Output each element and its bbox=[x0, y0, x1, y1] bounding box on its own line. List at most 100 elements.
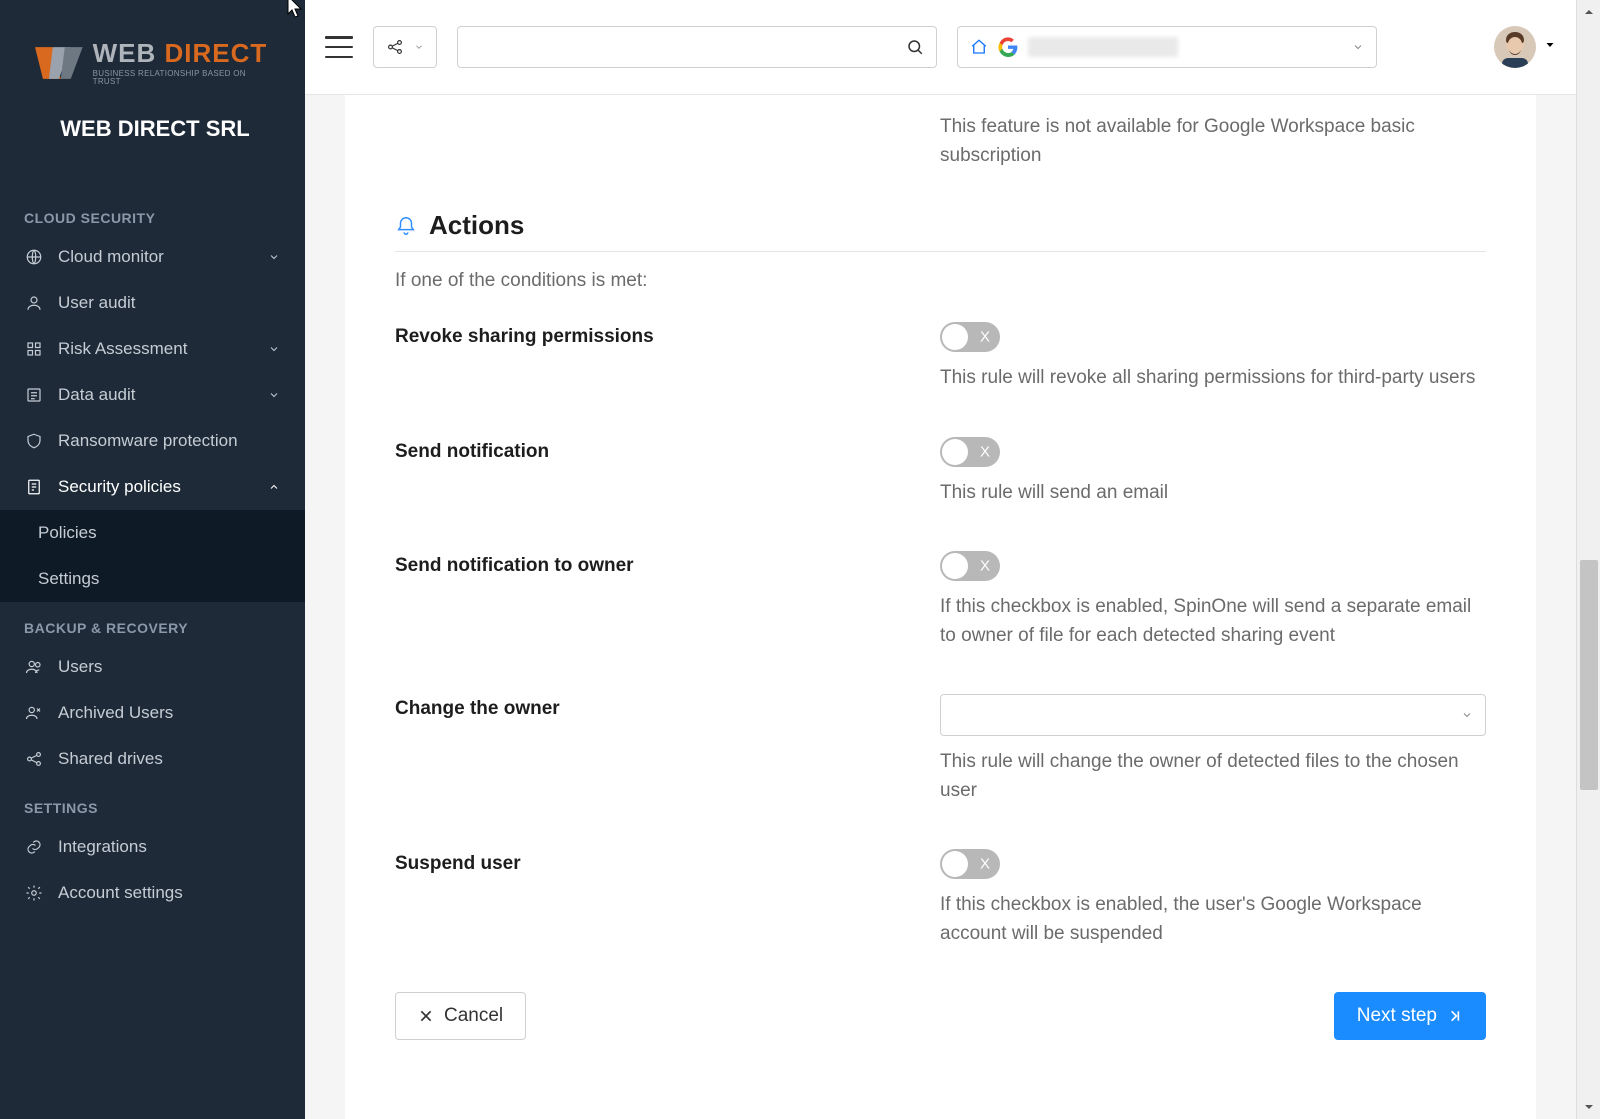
workspace-selector[interactable] bbox=[957, 26, 1377, 68]
scroll-down-arrow-icon[interactable] bbox=[1577, 1095, 1600, 1119]
caret-down-icon bbox=[1544, 38, 1556, 56]
sidebar: WEB DIRECT BUSINESS RELATIONSHIP BASED O… bbox=[0, 0, 305, 1119]
action-label: Suspend user bbox=[395, 849, 940, 948]
feature-unavailable-note: This feature is not available for Google… bbox=[940, 113, 1460, 170]
chevron-down-icon bbox=[267, 250, 281, 264]
toggle-off-mark: X bbox=[980, 443, 990, 460]
action-row-revoke: Revoke sharing permissions X This rule w… bbox=[395, 322, 1486, 393]
action-description: This rule will send an email bbox=[940, 479, 1486, 508]
action-label: Revoke sharing permissions bbox=[395, 322, 940, 393]
action-row-send-notification: Send notification X This rule will send … bbox=[395, 437, 1486, 508]
search-icon[interactable] bbox=[906, 38, 924, 56]
brand-word1: WEB bbox=[93, 38, 165, 68]
page-scrollbar[interactable] bbox=[1576, 0, 1600, 1119]
next-arrow-icon bbox=[1447, 1008, 1463, 1024]
chevron-down-icon bbox=[267, 342, 281, 356]
chevron-down-icon bbox=[267, 388, 281, 402]
globe-icon bbox=[24, 247, 44, 267]
sidebar-label: Users bbox=[58, 657, 102, 677]
sidebar-subitem-policies[interactable]: Policies bbox=[0, 510, 305, 556]
share-type-selector[interactable] bbox=[373, 26, 437, 68]
sidebar-item-archived-users[interactable]: Archived Users bbox=[0, 690, 305, 736]
sidebar-item-users[interactable]: Users bbox=[0, 644, 305, 690]
button-label: Cancel bbox=[444, 1005, 503, 1027]
toggle-send-notification[interactable]: X bbox=[940, 437, 1000, 467]
brand-block: WEB DIRECT BUSINESS RELATIONSHIP BASED O… bbox=[0, 10, 305, 192]
action-label: Send notification bbox=[395, 437, 940, 508]
button-label: Next step bbox=[1357, 1005, 1437, 1027]
action-description: This rule will change the owner of detec… bbox=[940, 748, 1486, 805]
link-icon bbox=[24, 837, 44, 857]
sidebar-item-cloud-monitor[interactable]: Cloud monitor bbox=[0, 234, 305, 280]
sidebar-label: Integrations bbox=[58, 837, 147, 857]
section-header-actions: Actions bbox=[395, 210, 1486, 252]
toggle-off-mark: X bbox=[980, 329, 990, 346]
action-description: If this checkbox is enabled, the user's … bbox=[940, 891, 1486, 948]
action-row-suspend-user: Suspend user X If this checkbox is enabl… bbox=[395, 849, 1486, 948]
next-step-button[interactable]: Next step bbox=[1334, 992, 1486, 1040]
hamburger-menu-icon[interactable] bbox=[325, 36, 353, 58]
toggle-suspend-user[interactable]: X bbox=[940, 849, 1000, 879]
topbar bbox=[305, 0, 1576, 95]
nav-section-settings: SETTINGS bbox=[0, 782, 305, 824]
action-row-change-owner: Change the owner This rule will change t… bbox=[395, 694, 1486, 805]
sidebar-label: Ransomware protection bbox=[58, 431, 238, 451]
shield-icon bbox=[24, 431, 44, 451]
sidebar-submenu-security-policies: Policies Settings bbox=[0, 510, 305, 602]
sidebar-label: User audit bbox=[58, 293, 135, 313]
action-description: This rule will revoke all sharing permis… bbox=[940, 364, 1486, 393]
sidebar-item-security-policies[interactable]: Security policies bbox=[0, 464, 305, 510]
policy-panel: This feature is not available for Google… bbox=[345, 95, 1536, 1119]
user-menu[interactable] bbox=[1494, 26, 1556, 68]
sidebar-item-shared-drives[interactable]: Shared drives bbox=[0, 736, 305, 782]
toggle-send-owner[interactable]: X bbox=[940, 551, 1000, 581]
sidebar-item-user-audit[interactable]: User audit bbox=[0, 280, 305, 326]
bell-icon bbox=[395, 215, 417, 237]
toggle-off-mark: X bbox=[980, 856, 990, 873]
brand-tagline: BUSINESS RELATIONSHIP BASED ON TRUST bbox=[93, 70, 275, 86]
users-icon bbox=[24, 657, 44, 677]
list-icon bbox=[24, 385, 44, 405]
sidebar-subitem-settings[interactable]: Settings bbox=[0, 556, 305, 602]
nav-section-cloud-security: CLOUD SECURITY bbox=[0, 192, 305, 234]
brand-logo-icon bbox=[35, 43, 83, 83]
sidebar-item-risk-assessment[interactable]: Risk Assessment bbox=[0, 326, 305, 372]
conditions-note: If one of the conditions is met: bbox=[395, 270, 1486, 292]
close-icon bbox=[418, 1008, 434, 1024]
action-label: Change the owner bbox=[395, 694, 940, 805]
scroll-thumb[interactable] bbox=[1580, 560, 1598, 790]
user-icon bbox=[24, 293, 44, 313]
search-box[interactable] bbox=[457, 26, 937, 68]
gear-icon bbox=[24, 883, 44, 903]
sidebar-item-integrations[interactable]: Integrations bbox=[0, 824, 305, 870]
grid-icon bbox=[24, 339, 44, 359]
action-row-send-owner: Send notification to owner X If this che… bbox=[395, 551, 1486, 650]
change-owner-select[interactable] bbox=[940, 694, 1486, 736]
archived-users-icon bbox=[24, 703, 44, 723]
sidebar-label: Cloud monitor bbox=[58, 247, 164, 267]
cancel-button[interactable]: Cancel bbox=[395, 992, 526, 1040]
sidebar-item-account-settings[interactable]: Account settings bbox=[0, 870, 305, 916]
sidebar-item-ransomware-protection[interactable]: Ransomware protection bbox=[0, 418, 305, 464]
brand-word2: DIRECT bbox=[165, 38, 268, 68]
toggle-revoke-sharing[interactable]: X bbox=[940, 322, 1000, 352]
wizard-button-row: Cancel Next step bbox=[395, 992, 1486, 1040]
search-input[interactable] bbox=[470, 39, 906, 56]
org-name: WEB DIRECT SRL bbox=[35, 116, 275, 142]
share-icon bbox=[386, 38, 404, 56]
section-title: Actions bbox=[429, 210, 524, 241]
share-icon bbox=[24, 749, 44, 769]
sidebar-item-data-audit[interactable]: Data audit bbox=[0, 372, 305, 418]
avatar bbox=[1494, 26, 1536, 68]
caret-down-icon bbox=[1352, 41, 1364, 53]
sidebar-label: Archived Users bbox=[58, 703, 173, 723]
action-description: If this checkbox is enabled, SpinOne wil… bbox=[940, 593, 1486, 650]
chevron-down-icon bbox=[1461, 709, 1473, 721]
main-content: This feature is not available for Google… bbox=[305, 95, 1576, 1119]
nav-section-backup-recovery: BACKUP & RECOVERY bbox=[0, 602, 305, 644]
sidebar-label: Account settings bbox=[58, 883, 183, 903]
scroll-up-arrow-icon[interactable] bbox=[1577, 0, 1600, 24]
chevron-down-icon bbox=[414, 42, 424, 52]
google-logo-icon bbox=[998, 37, 1018, 57]
sidebar-label: Shared drives bbox=[58, 749, 163, 769]
